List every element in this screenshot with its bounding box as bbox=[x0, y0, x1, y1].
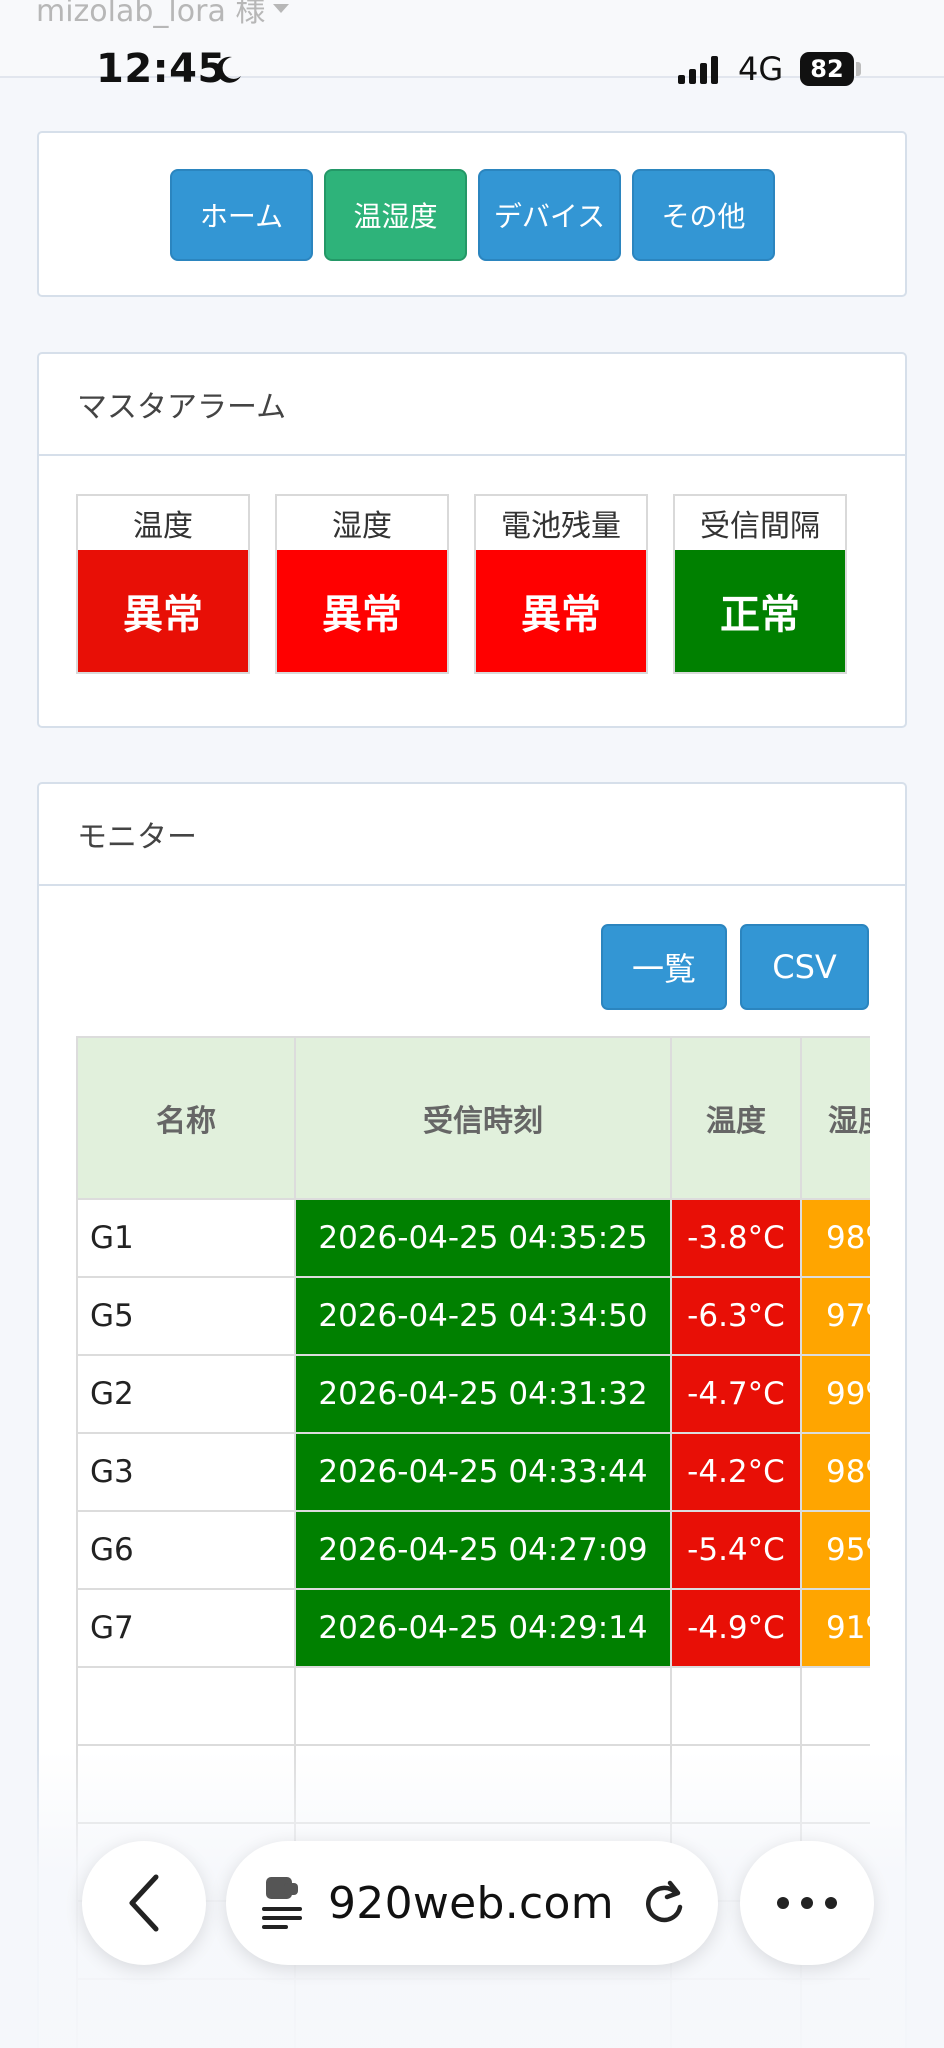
account-menu[interactable]: mizolab_lora 様 bbox=[36, 0, 290, 30]
account-name: mizolab_lora 様 bbox=[36, 0, 266, 29]
network-type: 4G bbox=[738, 50, 784, 88]
nav-other-button[interactable]: その他 bbox=[632, 169, 775, 261]
cell-name: G7 bbox=[76, 1588, 296, 1668]
cell-humidity: 98% bbox=[800, 1198, 870, 1278]
column-header-humidity[interactable]: 湿度 bbox=[800, 1036, 870, 1200]
cell-time: 2026-04-25 04:27:09 bbox=[294, 1510, 672, 1590]
cell-humidity: 97% bbox=[800, 1276, 870, 1356]
alarm-status: 異常 bbox=[277, 550, 447, 672]
site-settings-icon bbox=[262, 1877, 302, 1929]
cell-humidity: 98% bbox=[800, 1432, 870, 1512]
empty-row bbox=[76, 1666, 870, 1746]
master-alarm-title: マスタアラーム bbox=[39, 354, 905, 456]
alarm-status: 異常 bbox=[78, 550, 248, 672]
back-button[interactable] bbox=[82, 1841, 206, 1965]
cell-name: G5 bbox=[76, 1276, 296, 1356]
cell-temp: -4.2°C bbox=[670, 1432, 802, 1512]
column-header-name[interactable]: 名称 bbox=[76, 1036, 296, 1200]
nav-button-group: ホーム 温湿度 デバイス その他 bbox=[170, 169, 775, 261]
csv-button[interactable]: CSV bbox=[740, 924, 869, 1010]
nav-home-button[interactable]: ホーム bbox=[170, 169, 313, 261]
monitor-actions: 一覧 CSV bbox=[601, 924, 869, 1010]
table-row[interactable]: G7 2026-04-25 04:29:14 -4.9°C 91% bbox=[76, 1588, 870, 1668]
alarm-status: 異常 bbox=[476, 550, 646, 672]
alarm-temperature: 温度 異常 bbox=[76, 494, 250, 674]
cell-temp: -4.7°C bbox=[670, 1354, 802, 1434]
nav-temp-humidity-button[interactable]: 温湿度 bbox=[324, 169, 467, 261]
cell-name: G1 bbox=[76, 1198, 296, 1278]
table-row[interactable]: G6 2026-04-25 04:27:09 -5.4°C 95% bbox=[76, 1510, 870, 1590]
cell-time: 2026-04-25 04:29:14 bbox=[294, 1588, 672, 1668]
alarm-label: 湿度 bbox=[332, 509, 392, 544]
nav-device-button[interactable]: デバイス bbox=[478, 169, 621, 261]
alarm-grid: 温度 異常 湿度 異常 電池残量 異常 受信間隔 正常 bbox=[76, 494, 847, 674]
table-header-row: 名称 受信時刻 温度 湿度 bbox=[76, 1036, 870, 1200]
alarm-status: 正常 bbox=[675, 550, 845, 672]
alarm-interval: 受信間隔 正常 bbox=[673, 494, 847, 674]
cell-time: 2026-04-25 04:31:32 bbox=[294, 1354, 672, 1434]
status-bar: 12:45 4G 82 bbox=[0, 40, 944, 100]
more-button[interactable] bbox=[740, 1841, 874, 1965]
column-header-time[interactable]: 受信時刻 bbox=[294, 1036, 672, 1200]
back-chevron-icon bbox=[129, 1874, 159, 1932]
cell-time: 2026-04-25 04:34:50 bbox=[294, 1276, 672, 1356]
list-button[interactable]: 一覧 bbox=[601, 924, 727, 1010]
cell-time: 2026-04-25 04:35:25 bbox=[294, 1198, 672, 1278]
battery-icon: 82 bbox=[800, 52, 854, 86]
table-row[interactable]: G3 2026-04-25 04:33:44 -4.2°C 98% bbox=[76, 1432, 870, 1512]
cell-time: 2026-04-25 04:33:44 bbox=[294, 1432, 672, 1512]
master-alarm-card: マスタアラーム 温度 異常 湿度 異常 電池残量 異常 受信間隔 正常 bbox=[37, 352, 907, 728]
caret-down-icon bbox=[273, 3, 290, 13]
moon-icon bbox=[216, 56, 241, 83]
cell-temp: -5.4°C bbox=[670, 1510, 802, 1590]
alarm-battery: 電池残量 異常 bbox=[474, 494, 648, 674]
reload-icon[interactable] bbox=[640, 1879, 688, 1927]
alarm-label: 温度 bbox=[133, 509, 193, 544]
cell-humidity: 95% bbox=[800, 1510, 870, 1590]
cell-humidity: 91% bbox=[800, 1588, 870, 1668]
address-bar[interactable]: 920web.com bbox=[226, 1841, 718, 1965]
table-row[interactable]: G5 2026-04-25 04:34:50 -6.3°C 97% bbox=[76, 1276, 870, 1356]
table-row[interactable]: G1 2026-04-25 04:35:25 -3.8°C 98% bbox=[76, 1198, 870, 1278]
cell-temp: -3.8°C bbox=[670, 1198, 802, 1278]
alarm-label: 電池残量 bbox=[501, 509, 621, 544]
alarm-humidity: 湿度 異常 bbox=[275, 494, 449, 674]
cell-name: G2 bbox=[76, 1354, 296, 1434]
battery-level: 82 bbox=[810, 55, 844, 83]
cell-name: G6 bbox=[76, 1510, 296, 1590]
nav-card: ホーム 温湿度 デバイス その他 bbox=[37, 131, 907, 297]
battery-tip bbox=[856, 62, 861, 76]
monitor-title: モニター bbox=[39, 784, 905, 886]
alarm-label: 受信間隔 bbox=[700, 509, 820, 544]
page: mizolab_lora 様 12:45 4G 82 ホーム 温湿度 デバイス … bbox=[0, 0, 944, 2048]
status-time: 12:45 bbox=[96, 46, 226, 92]
signal-icon bbox=[678, 56, 718, 84]
cell-temp: -6.3°C bbox=[670, 1276, 802, 1356]
column-header-temp[interactable]: 温度 bbox=[670, 1036, 802, 1200]
table-row[interactable]: G2 2026-04-25 04:31:32 -4.7°C 99% bbox=[76, 1354, 870, 1434]
cell-temp: -4.9°C bbox=[670, 1588, 802, 1668]
cell-name: G3 bbox=[76, 1432, 296, 1512]
cell-humidity: 99% bbox=[800, 1354, 870, 1434]
more-icon bbox=[777, 1897, 837, 1909]
url-text: 920web.com bbox=[328, 1877, 614, 1929]
